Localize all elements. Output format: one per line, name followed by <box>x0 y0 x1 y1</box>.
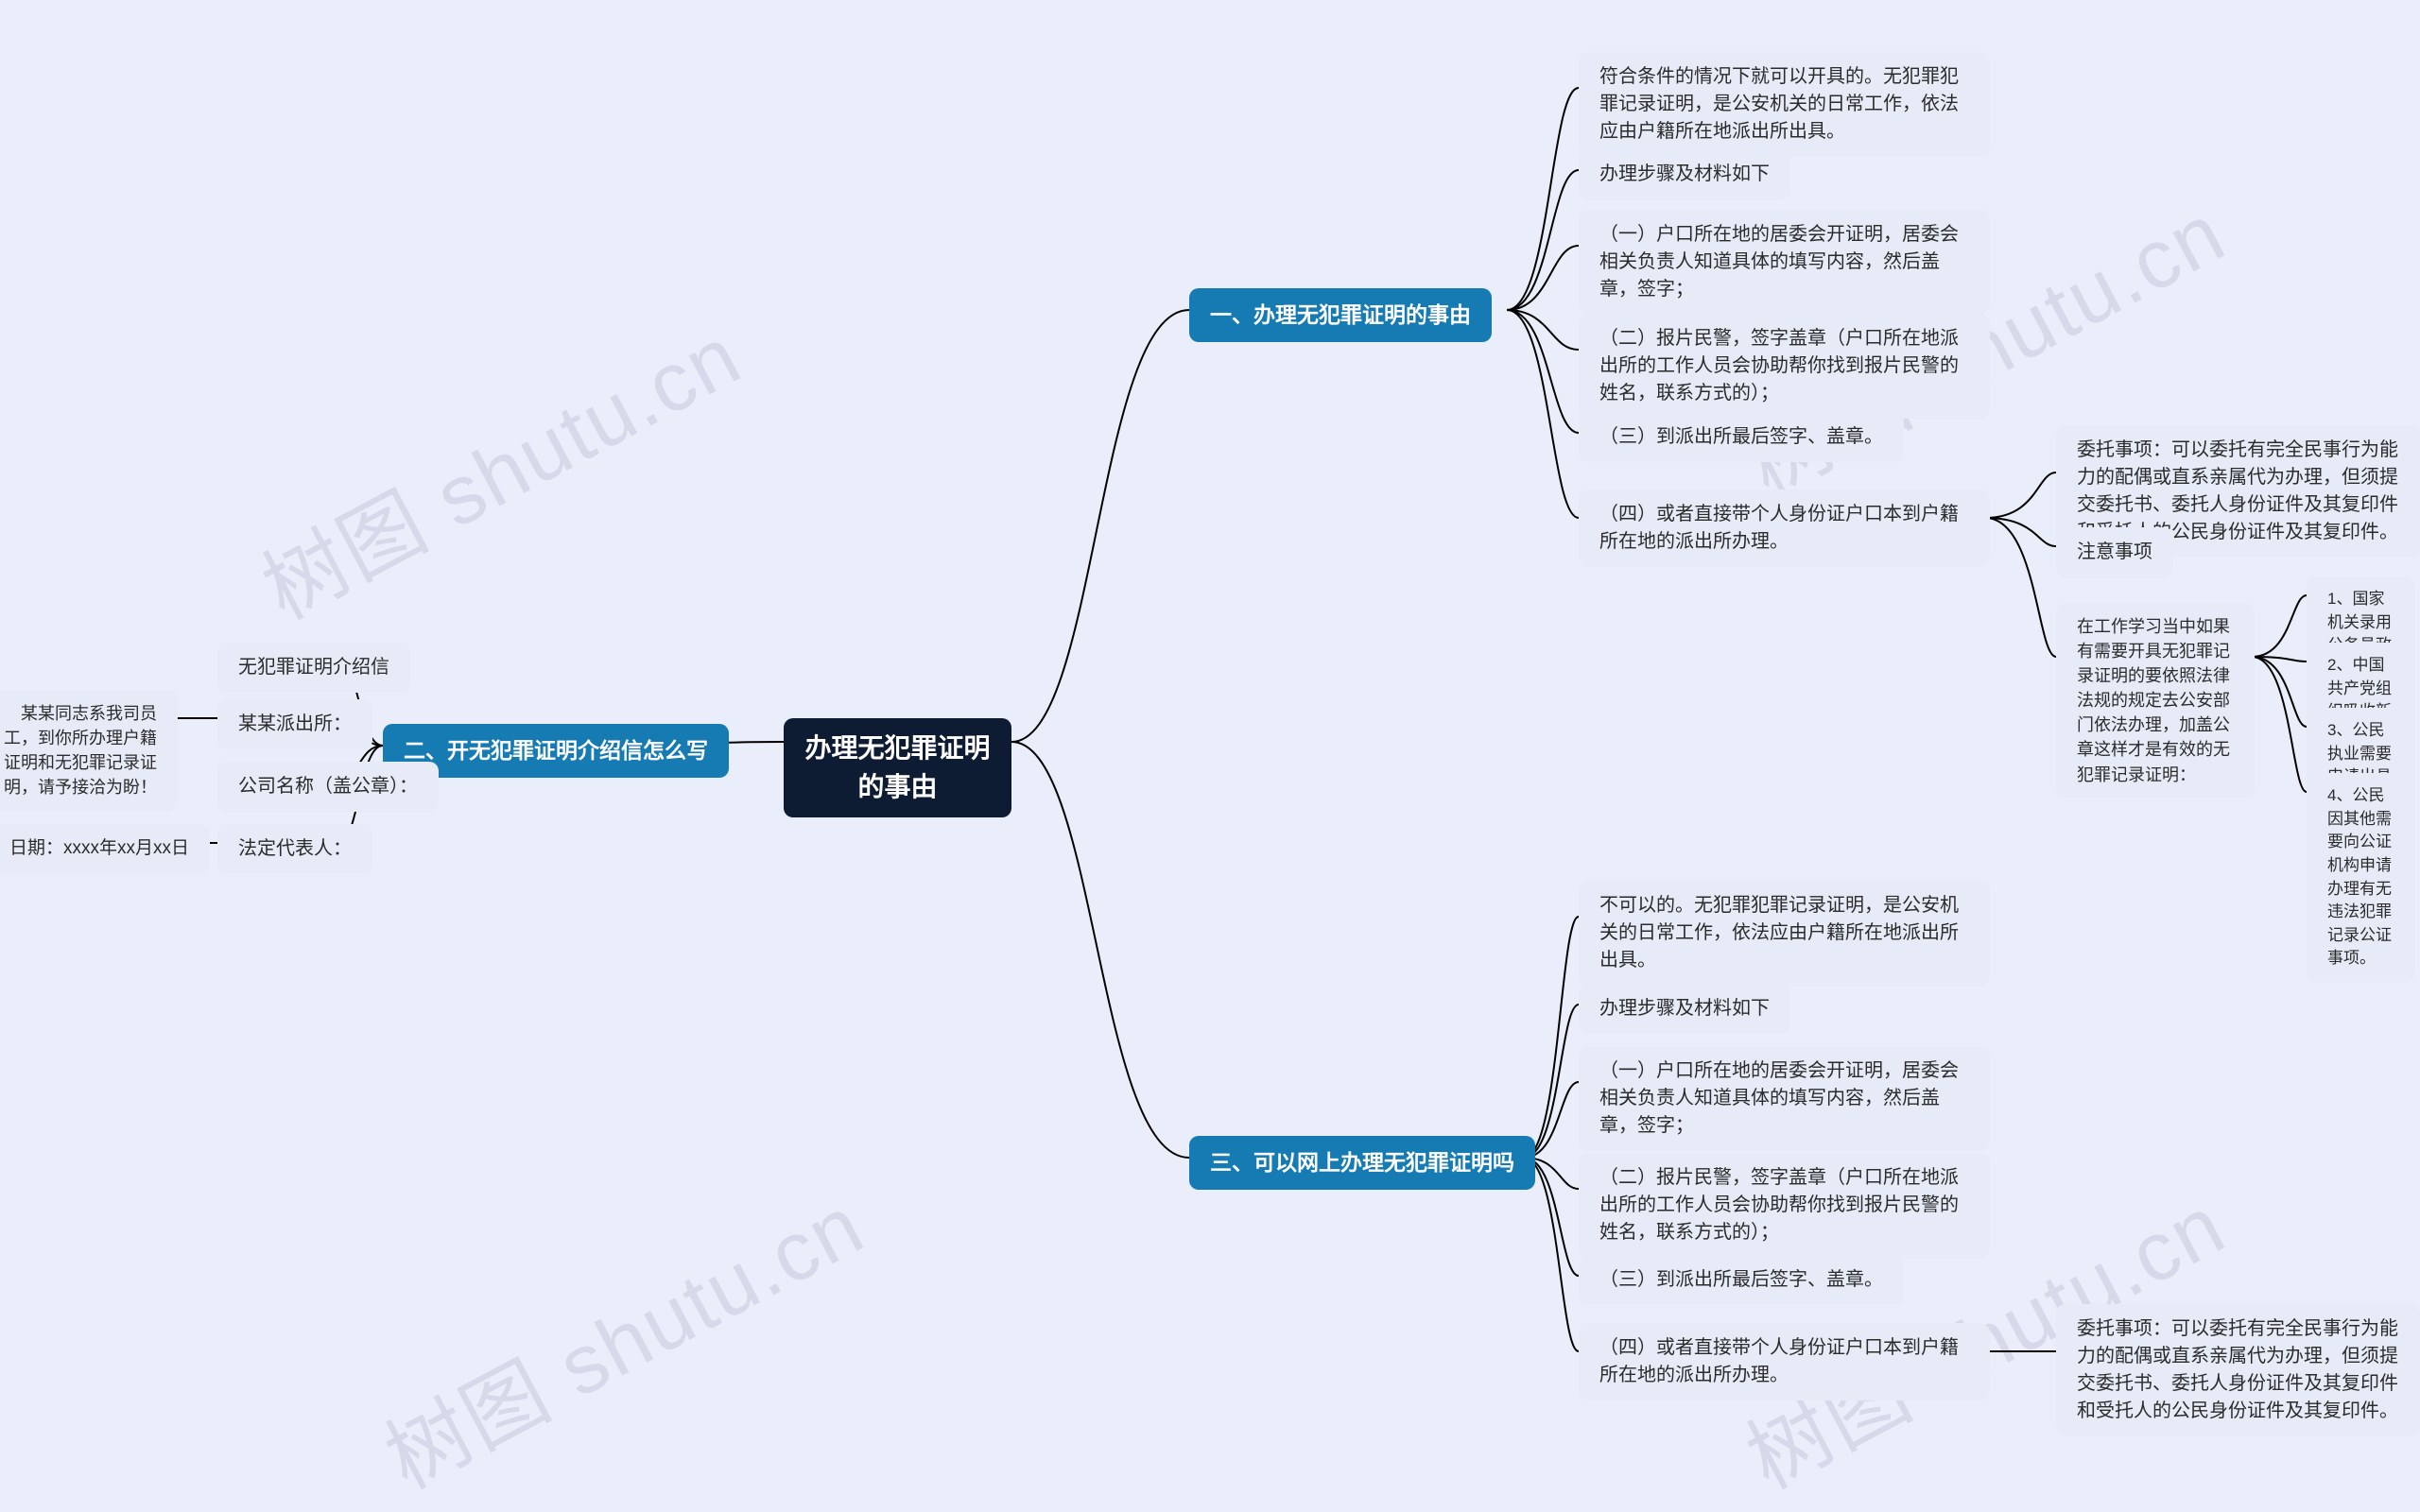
branch-3[interactable]: 三、可以网上办理无犯罪证明吗 <box>1189 1136 1535 1190</box>
branch-1[interactable]: 一、办理无犯罪证明的事由 <box>1189 288 1492 342</box>
s1-p3[interactable]: （一）户口所在地的居委会开证明，居委会相关负责人知道具体的填写内容，然后盖章，签… <box>1579 210 1990 315</box>
s2-l1[interactable]: 无犯罪证明介绍信 <box>217 643 410 693</box>
watermark: 树图 shutu.cn <box>239 290 759 643</box>
watermark: 树图 shutu.cn <box>362 1160 882 1512</box>
s1-p5[interactable]: （三）到派出所最后签字、盖章。 <box>1579 412 1904 462</box>
s1-p1[interactable]: 符合条件的情况下就可以开具的。无犯罪犯罪记录证明，是公安机关的日常工作，依法应由… <box>1579 52 1990 157</box>
s3-p2[interactable]: 办理步骤及材料如下 <box>1579 984 1790 1034</box>
s3-p6-entrust[interactable]: 委托事项：可以委托有完全民事行为能力的配偶或直系亲属代为办理，但须提交委托书、委… <box>2056 1304 2420 1436</box>
s2-l2[interactable]: 某某派出所： <box>217 699 372 749</box>
s2-l4-sub[interactable]: 日期：xxxx年xx月xx日 <box>0 824 210 873</box>
s2-l3[interactable]: 公司名称（盖公章）： <box>217 762 439 812</box>
s3-p1[interactable]: 不可以的。无犯罪犯罪记录证明，是公安机关的日常工作，依法应由户籍所在地派出所出具… <box>1579 881 1990 986</box>
s1-p2[interactable]: 办理步骤及材料如下 <box>1579 149 1790 199</box>
s1-p6-notice-header[interactable]: 注意事项 <box>2056 527 2173 577</box>
s3-p4[interactable]: （二）报片民警，签字盖章（户口所在地派出所的工作人员会协助帮你找到报片民警的姓名… <box>1579 1153 1990 1258</box>
s1-list-4[interactable]: 4、公民因其他需要向公证机构申请办理有无违法犯罪记录公证事项。 <box>2307 773 2415 982</box>
s2-l2-sub[interactable]: 某某同志系我司员工，到你所办理户籍证明和无犯罪记录证明，请予接洽为盼！ <box>0 690 178 811</box>
s1-p6-needcase[interactable]: 在工作学习当中如果有需要开具无犯罪记录证明的要依照法律法规的规定去公安部门依法办… <box>2056 603 2255 799</box>
s3-p6[interactable]: （四）或者直接带个人身份证户口本到户籍所在地的派出所办理。 <box>1579 1323 1990 1400</box>
s3-p5[interactable]: （三）到派出所最后签字、盖章。 <box>1579 1255 1904 1305</box>
s3-p3[interactable]: （一）户口所在地的居委会开证明，居委会相关负责人知道具体的填写内容，然后盖章，签… <box>1579 1046 1990 1151</box>
s2-l4[interactable]: 法定代表人： <box>217 824 372 874</box>
s1-p4[interactable]: （二）报片民警，签字盖章（户口所在地派出所的工作人员会协助帮你找到报片民警的姓名… <box>1579 314 1990 419</box>
center-topic[interactable]: 办理无犯罪证明的事由 <box>784 718 1011 817</box>
s1-p6[interactable]: （四）或者直接带个人身份证户口本到户籍所在地的派出所办理。 <box>1579 490 1990 567</box>
